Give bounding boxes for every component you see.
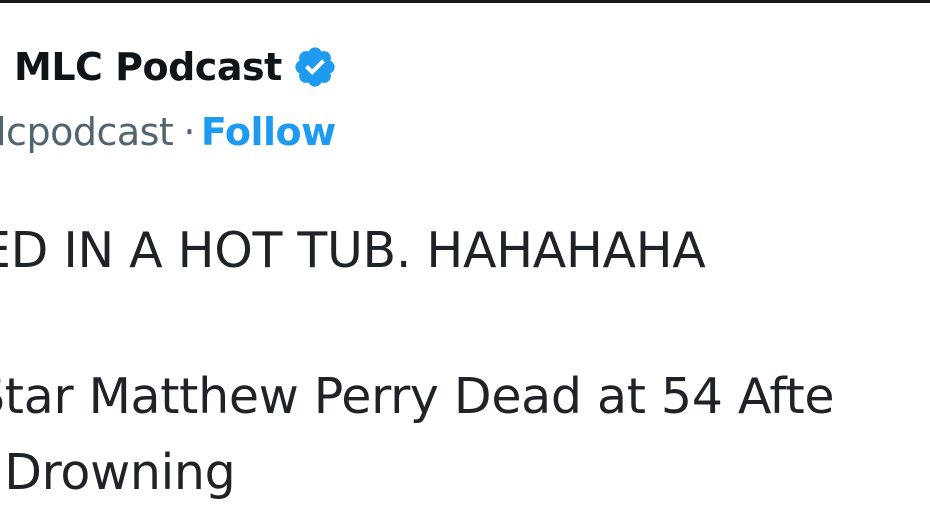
author-handle[interactable]: lcpodcast: [0, 110, 174, 154]
tweet-text-line-3: t Drowning: [0, 444, 236, 501]
author-display-name[interactable]: MLC Podcast: [14, 45, 282, 89]
author-handle-row: lcpodcast · Follow: [0, 110, 336, 154]
follow-button[interactable]: Follow: [201, 110, 336, 154]
separator-dot: ·: [183, 110, 195, 154]
tweet-card: MLC Podcast lcpodcast · Follow ED IN A HOT…: [0, 0, 930, 525]
verified-badge-icon: [295, 47, 335, 87]
author-name-row[interactable]: MLC Podcast: [14, 44, 338, 90]
tweet-text-line-2: Star Matthew Perry Dead at 54 Afte: [0, 368, 835, 425]
tweet-text-line-1: ED IN A HOT TUB. HAHAHAHA: [0, 222, 706, 279]
